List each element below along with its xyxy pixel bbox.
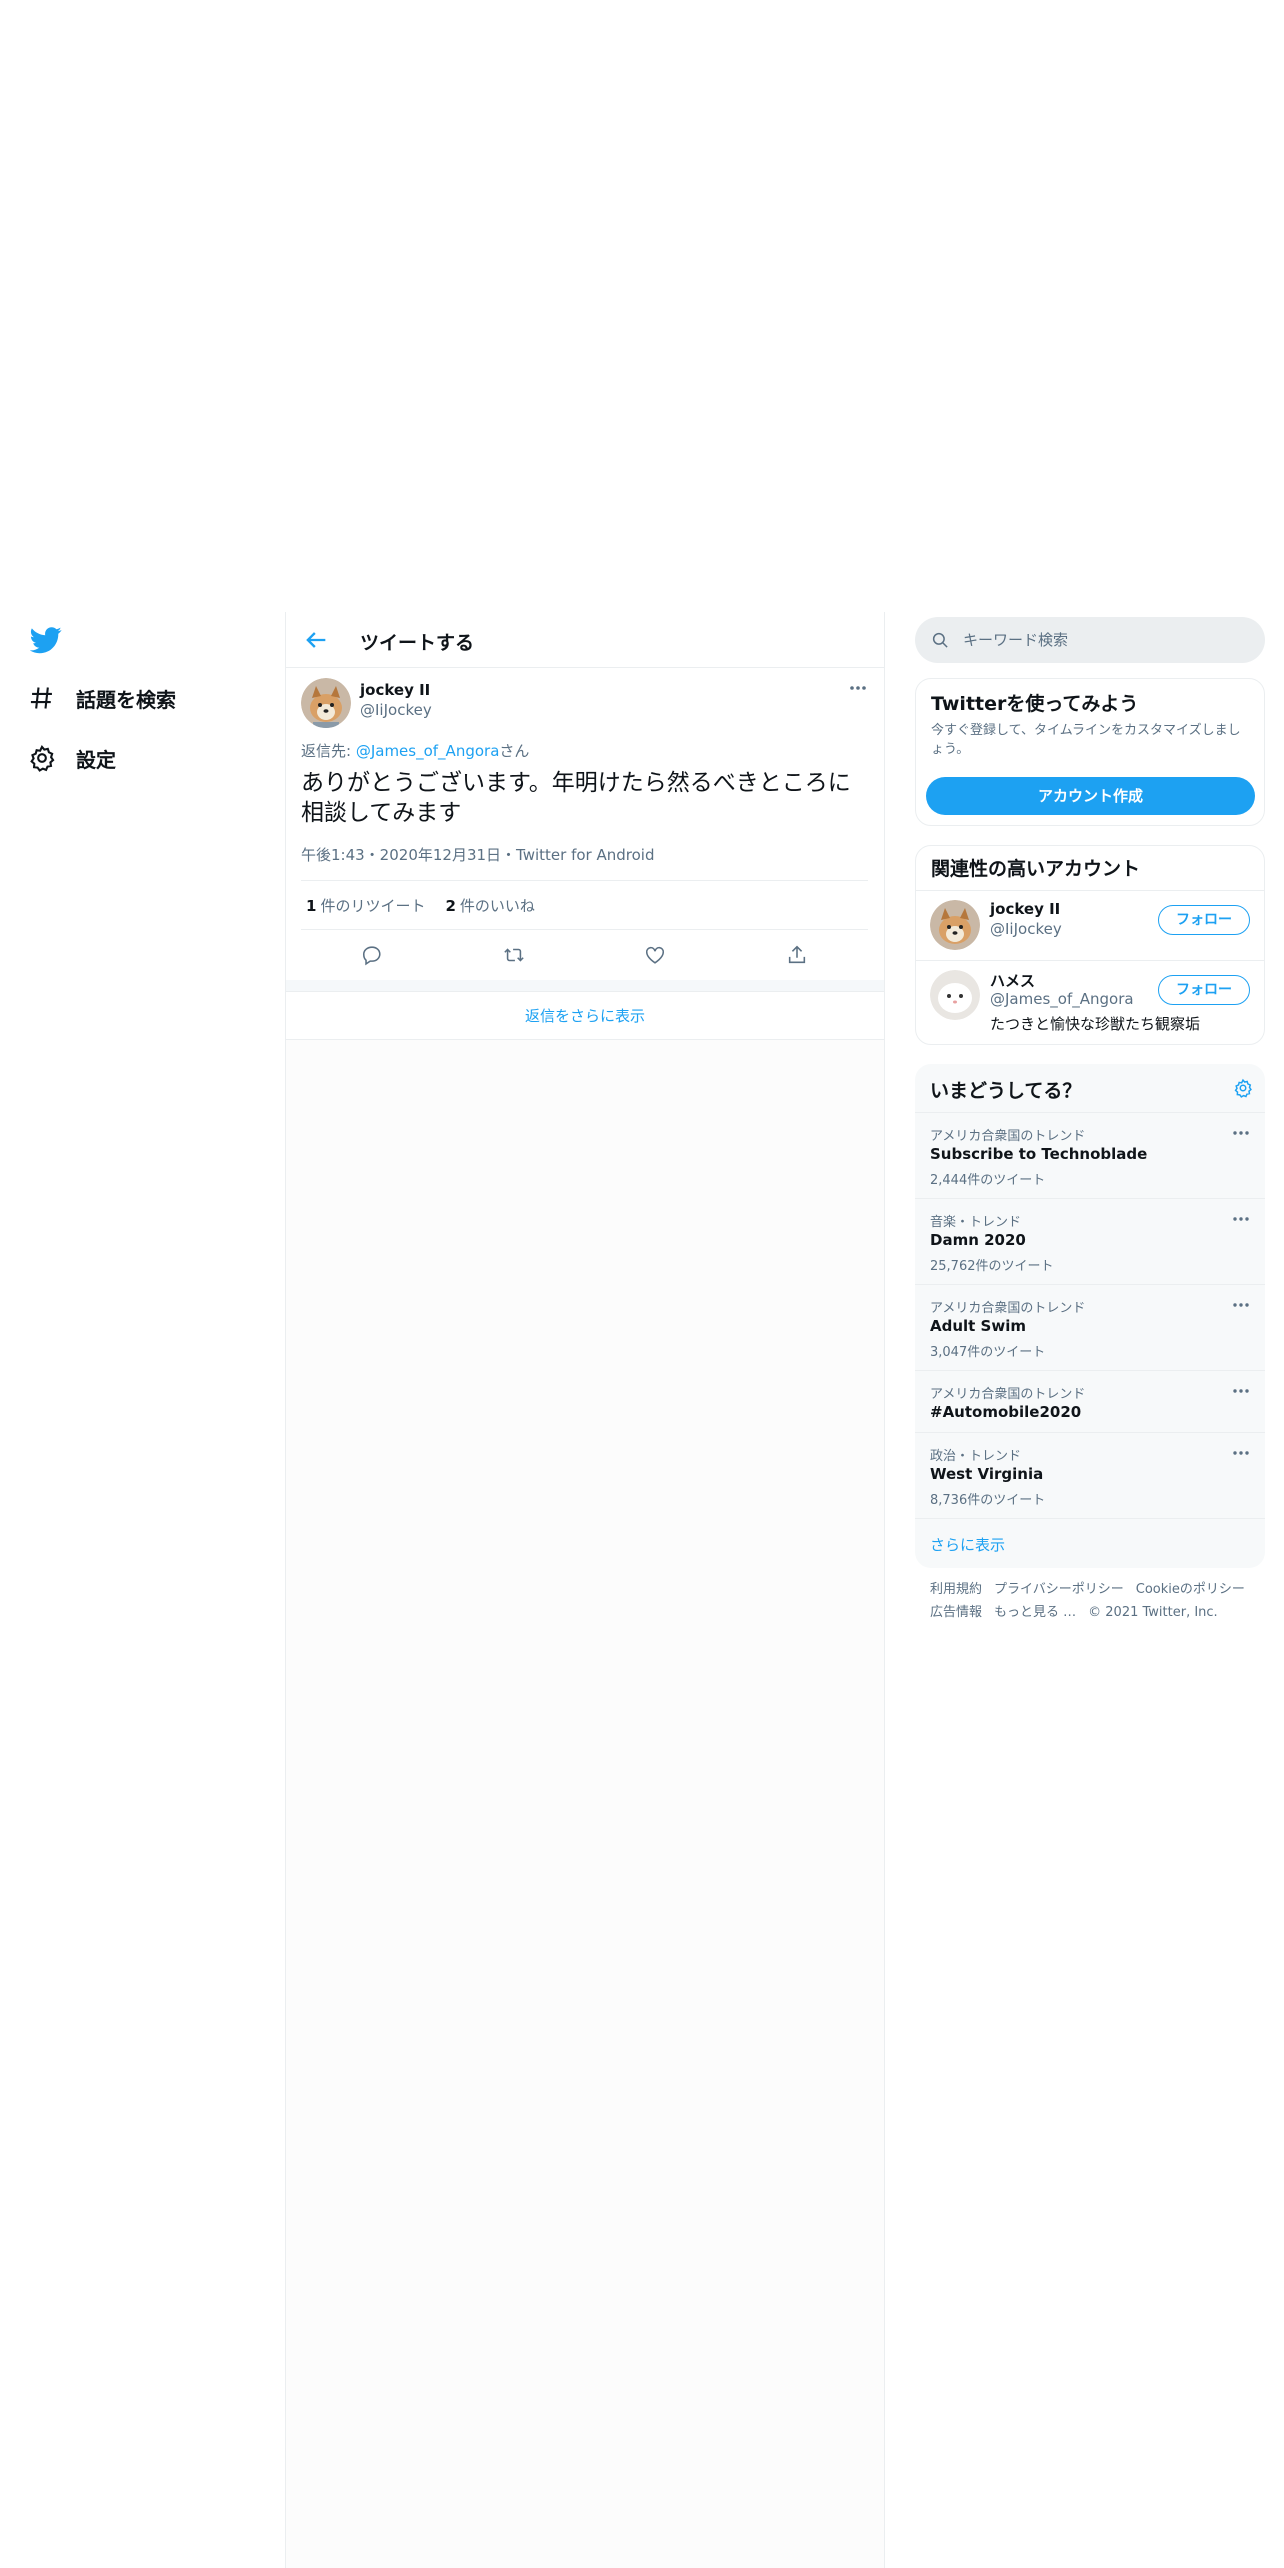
trend-context: アメリカ合衆国のトレンド [930, 1129, 1086, 1144]
reply-to-link[interactable]: @James_of_Angora [356, 742, 500, 760]
author-name[interactable]: jockey II [360, 681, 430, 699]
reply-prefix: 返信先: [301, 742, 356, 760]
avatar[interactable] [930, 900, 980, 950]
trend-title: Damn 2020 [930, 1231, 1026, 1249]
footer-link-terms[interactable]: 利用規約 [930, 1582, 982, 1597]
reply-icon[interactable] [361, 944, 383, 966]
share-icon[interactable] [786, 944, 808, 966]
more-options-icon[interactable] [848, 678, 868, 698]
trend-title: Adult Swim [930, 1317, 1026, 1335]
tweet-actions [301, 930, 868, 980]
nav-explore[interactable]: 話題を検索 [28, 678, 176, 718]
show-more-replies-link[interactable]: 返信をさらに表示 [286, 992, 884, 1040]
reply-to-line: 返信先: @James_of_Angoraさん [301, 740, 529, 761]
like-label: 件のいいね [459, 896, 535, 915]
footer-link-cookies[interactable]: Cookieのポリシー [1136, 1582, 1245, 1597]
account-row[interactable]: jockey II @IiJockey フォロー [916, 890, 1264, 960]
trend-count: 25,762件のツイート [930, 1259, 1054, 1274]
trend-context: 政治・トレンド [930, 1449, 1022, 1464]
page-header: ツイートする [286, 612, 884, 668]
account-handle: @James_of_Angora [990, 990, 1134, 1008]
nav-settings-label: 設定 [76, 747, 116, 772]
footer: 利用規約 プライバシーポリシー Cookieのポリシー 広告情報 もっと見る … © 2… [930, 1578, 1260, 1624]
account-name: jockey II [990, 900, 1061, 918]
like-heart-icon[interactable] [644, 944, 666, 966]
nav-settings[interactable]: 設定 [28, 738, 116, 778]
twitter-logo-icon[interactable] [30, 624, 62, 656]
like-count: 2 [445, 896, 456, 915]
tweet-text: ありがとうございます。年明けたら然るべきところに相談してみます [301, 770, 851, 826]
trend-context: 音楽・トレンド [930, 1215, 1022, 1230]
more-options-icon[interactable] [1231, 1381, 1251, 1401]
more-options-icon[interactable] [1231, 1295, 1251, 1315]
trend-title: West Virginia [930, 1465, 1044, 1483]
reply-suffix: さん [499, 742, 530, 760]
trend-item[interactable]: 政治・トレンド West Virginia 8,736件のツイート [915, 1432, 1265, 1518]
trends-card: いまどうしてる？ アメリカ合衆国のトレンド Subscribe to Techn… [915, 1064, 1265, 1568]
like-stat[interactable]: 2 件のいいね [445, 895, 534, 916]
footer-copyright: © 2021 Twitter, Inc. [1088, 1605, 1218, 1620]
nav-explore-label: 話題を検索 [76, 687, 176, 712]
follow-button[interactable]: フォロー [1158, 905, 1250, 935]
retweet-icon[interactable] [503, 944, 525, 966]
back-arrow-icon[interactable] [302, 626, 330, 654]
search-input[interactable] [963, 617, 1253, 663]
show-more-trends-link[interactable]: さらに表示 [930, 1534, 1005, 1555]
footer-link-privacy[interactable]: プライバシーポリシー [994, 1582, 1124, 1597]
account-bio: たつきと愉快な珍獣たち観察垢 [990, 1015, 1201, 1033]
signup-description: 今すぐ登録して、タイムラインをカスタマイズしましょう。 [931, 723, 1241, 757]
gear-icon [30, 745, 55, 772]
related-accounts-card: 関連性の高いアカウント jockey II @IiJockey フォロー ハメス… [915, 845, 1265, 1045]
trends-title: いまどうしてる？ [930, 1080, 1082, 1102]
signup-card: Twitterを使ってみよう 今すぐ登録して、タイムラインをカスタマイズしましょ… [915, 678, 1265, 826]
tweet-detail: jockey II @IiJockey 返信先: @James_of_Angor… [286, 668, 884, 980]
footer-link-more[interactable]: もっと見る … [994, 1605, 1076, 1620]
page-title: ツイートする [360, 632, 475, 654]
main-column: ツイートする jockey II @IiJockey 返信先: @James_o… [285, 612, 885, 2568]
trend-title: #Automobile2020 [930, 1403, 1082, 1421]
account-handle: @IiJockey [990, 920, 1062, 938]
hashtag-icon [30, 687, 52, 709]
footer-link-ads[interactable]: 広告情報 [930, 1605, 982, 1620]
retweet-stat[interactable]: 1 件のリツイート [306, 895, 425, 916]
account-row[interactable]: ハメス @James_of_Angora たつきと愉快な珍獣たち観察垢 フォロー [916, 960, 1264, 1044]
follow-button[interactable]: フォロー [1158, 975, 1250, 1005]
tweet-stats: 1 件のリツイート 2 件のいいね [301, 880, 868, 930]
trend-item[interactable]: アメリカ合衆国のトレンド #Automobile2020 [915, 1370, 1265, 1432]
trend-item[interactable]: 音楽・トレンド Damn 2020 25,762件のツイート [915, 1198, 1265, 1284]
trend-count: 3,047件のツイート [930, 1345, 1046, 1360]
account-name: ハメス [990, 972, 1036, 990]
trend-item[interactable]: アメリカ合衆国のトレンド Adult Swim 3,047件のツイート [915, 1284, 1265, 1370]
section-divider [286, 980, 884, 992]
retweet-count: 1 [306, 896, 317, 915]
retweet-label: 件のリツイート [320, 896, 426, 915]
trend-title: Subscribe to Technoblade [930, 1145, 1148, 1163]
create-account-button[interactable]: アカウント作成 [926, 777, 1255, 815]
trend-item[interactable]: アメリカ合衆国のトレンド Subscribe to Technoblade 2,… [915, 1112, 1265, 1198]
trend-context: アメリカ合衆国のトレンド [930, 1301, 1086, 1316]
trend-count: 2,444件のツイート [930, 1173, 1046, 1188]
more-options-icon[interactable] [1231, 1209, 1251, 1229]
avatar[interactable] [301, 678, 351, 728]
more-options-icon[interactable] [1231, 1123, 1251, 1143]
gear-icon[interactable] [1233, 1078, 1253, 1098]
trend-context: アメリカ合衆国のトレンド [930, 1387, 1086, 1402]
trend-count: 8,736件のツイート [930, 1493, 1046, 1508]
related-accounts-title: 関連性の高いアカウント [931, 858, 1141, 880]
author-handle[interactable]: @IiJockey [360, 701, 432, 719]
search-bar[interactable] [915, 617, 1265, 663]
search-icon [932, 632, 948, 648]
tweet-timestamp[interactable]: 午後1:43・2020年12月31日・Twitter for Android [301, 844, 654, 865]
signup-title: Twitterを使ってみよう [931, 693, 1139, 715]
avatar[interactable] [930, 970, 980, 1020]
more-options-icon[interactable] [1231, 1443, 1251, 1463]
